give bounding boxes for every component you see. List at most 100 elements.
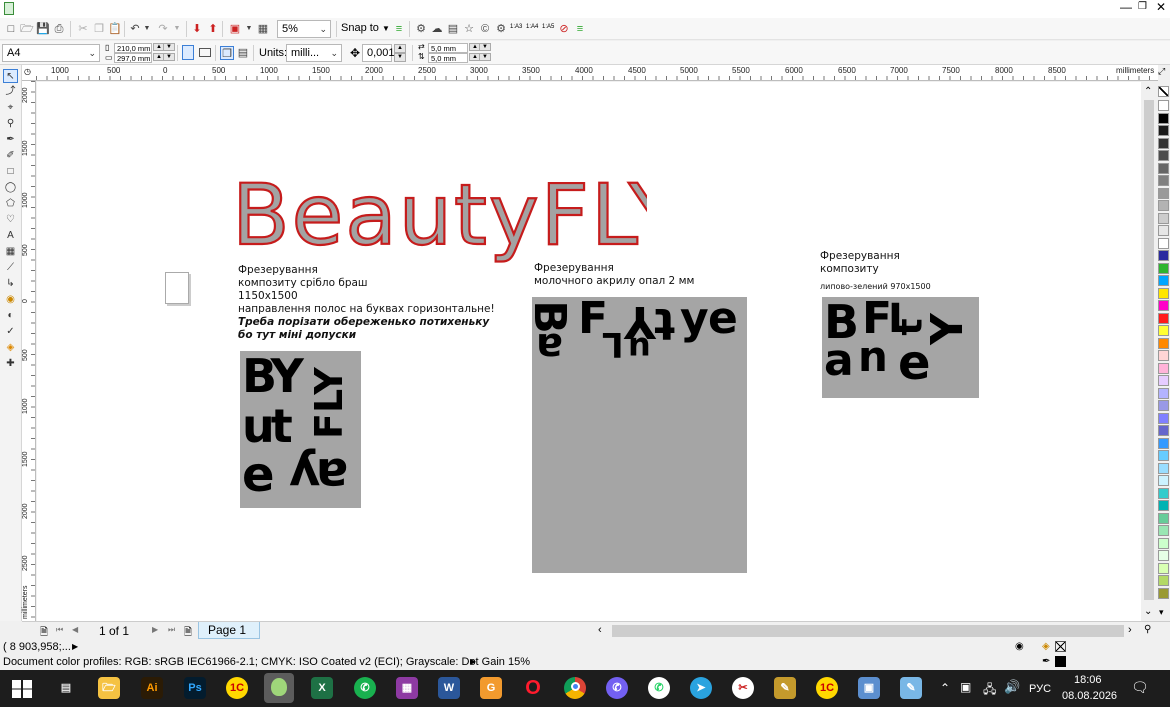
zoom-1-a4-button[interactable]: 1:A4 — [526, 24, 538, 30]
palette-swatch[interactable] — [1158, 162, 1169, 174]
notifications-icon[interactable]: 🗨 — [1131, 679, 1149, 696]
next-page-icon[interactable]: ▶ — [152, 625, 158, 634]
corel-connect-icon[interactable]: ▤ — [446, 22, 460, 36]
zoom-1-a5-button[interactable]: 1:A5 — [542, 24, 554, 30]
tray-chevron-icon[interactable]: ⌃ — [940, 681, 950, 695]
palette-swatch[interactable] — [1158, 512, 1169, 524]
cut-icon[interactable]: ✂ — [76, 22, 90, 36]
minimize-icon[interactable]: — — [1120, 0, 1132, 14]
palette-swatch[interactable] — [1158, 437, 1169, 449]
note-3-subtitle[interactable]: липово-зелений 970х1500 — [820, 281, 931, 293]
basic-shapes-icon[interactable]: ♡ — [3, 213, 18, 227]
vertical-scrollbar[interactable]: ⌃ ⌄ — [1141, 82, 1157, 621]
connector-tool-icon[interactable]: ↳ — [3, 277, 18, 291]
palette-swatch[interactable] — [1158, 150, 1169, 161]
redo-dropdown-icon[interactable]: ▼ — [170, 22, 184, 36]
horizontal-ruler[interactable]: ◷ 1000 500 0 500 1000 1500 2000 2500 300… — [22, 65, 1158, 81]
outline-color-swatch[interactable] — [1055, 656, 1066, 667]
interactive-fill-icon[interactable]: ◈ — [3, 341, 18, 355]
dup-y-spin-down-icon[interactable]: ▼ — [479, 53, 491, 61]
viber-icon[interactable]: ✆ — [606, 677, 628, 699]
no-fill-swatch[interactable] — [1055, 641, 1066, 652]
artwork-panel-3[interactable]: B a u F L Y t e — [822, 297, 979, 398]
zoom-tool-icon[interactable]: ⚲ — [3, 117, 18, 131]
settings-gear-icon[interactable]: ⚙ — [494, 22, 508, 36]
telegram-icon[interactable]: ➤ — [690, 677, 712, 699]
copy-icon[interactable]: ❐ — [92, 22, 106, 36]
illustrator-icon[interactable]: Ai — [141, 677, 163, 699]
1c-icon[interactable]: 1С — [226, 677, 248, 699]
page-tab[interactable]: Page 1 — [198, 622, 260, 639]
palette-swatch[interactable] — [1158, 462, 1169, 474]
photos-app-icon[interactable]: ▣ — [858, 677, 880, 699]
snap-to-button[interactable]: Snap to ▼ — [341, 22, 390, 34]
palette-swatch[interactable] — [1158, 262, 1169, 274]
new-document-icon[interactable]: □ — [4, 22, 18, 36]
palette-swatch[interactable] — [1158, 500, 1169, 511]
palette-swatch[interactable] — [1158, 362, 1169, 374]
note-3-line-2[interactable]: композиту — [820, 263, 879, 275]
artwork-panel-2[interactable]: B a F L Y t u y e — [532, 297, 747, 573]
note-3-line-1[interactable]: Фрезерування — [820, 250, 900, 262]
palette-swatch[interactable] — [1158, 287, 1169, 299]
page-width-input[interactable]: 210,0 mm — [114, 43, 152, 53]
photoshop-icon[interactable]: Ps — [184, 677, 206, 699]
freehand-tool-icon[interactable]: ✒ — [3, 133, 18, 147]
word-icon[interactable]: W — [438, 677, 460, 699]
horizontal-scroll-thumb[interactable] — [612, 625, 1124, 637]
note-1-line-3[interactable]: 1150x1500 — [238, 290, 298, 302]
palette-swatch[interactable] — [1158, 212, 1169, 224]
artistic-media-icon[interactable]: ✐ — [3, 149, 18, 163]
opera-icon[interactable]: O — [522, 677, 544, 699]
ruler-origin-icon[interactable]: ◷ — [24, 67, 31, 76]
page-size-combo[interactable]: A4 ⌄ — [2, 44, 100, 62]
palette-swatch[interactable] — [1158, 112, 1169, 124]
scroll-up-icon[interactable]: ⌃ — [1144, 86, 1152, 97]
crop-tool-icon[interactable]: ⌖ — [3, 101, 18, 115]
note-2-line-2[interactable]: молочного акрилу опал 2 мм — [534, 275, 694, 287]
palette-swatch[interactable] — [1158, 350, 1169, 361]
note-2-line-1[interactable]: Фрезерування — [534, 262, 614, 274]
chrome-icon[interactable] — [564, 677, 586, 699]
note-1-line-6[interactable]: бо тут міні допуски — [238, 329, 356, 341]
palette-swatch[interactable] — [1158, 100, 1169, 111]
previous-page-icon[interactable]: ◀ — [72, 625, 78, 634]
vertical-ruler[interactable]: 2000 1500 1000 500 0 500 1000 1500 2000 … — [22, 81, 36, 621]
palette-swatch[interactable] — [1158, 537, 1169, 549]
save-icon[interactable]: 💾 — [36, 22, 50, 36]
palette-swatch[interactable] — [1158, 250, 1169, 261]
clock-time[interactable]: 18:06 — [1074, 674, 1102, 686]
redo-icon[interactable]: ↷ — [156, 22, 170, 36]
tray-app-icon[interactable]: ▣ — [960, 680, 971, 694]
coreldraw-icon[interactable] — [264, 673, 294, 703]
first-page-icon[interactable]: ⏮ — [56, 625, 63, 635]
welcome-screen-icon[interactable]: ☁ — [430, 22, 444, 36]
paste-icon[interactable]: 📋 — [108, 22, 122, 36]
color-profiles[interactable]: Document color profiles: RGB: sRGB IEC61… — [3, 656, 530, 668]
portrait-icon[interactable] — [182, 45, 194, 60]
notes-app-icon[interactable]: ✎ — [900, 677, 922, 699]
import-icon[interactable]: ⬇ — [190, 22, 204, 36]
paint-app-icon[interactable]: ✎ — [774, 677, 796, 699]
palette-swatch[interactable] — [1158, 375, 1169, 386]
phone-app-icon[interactable]: ✆ — [354, 677, 376, 699]
palette-swatch[interactable] — [1158, 175, 1169, 186]
fill-bucket-icon[interactable]: ◈ — [1042, 641, 1050, 652]
favorite-star-icon[interactable]: ☆ — [462, 22, 476, 36]
zoom-level-combo[interactable]: 5% ⌄ — [277, 20, 331, 38]
palette-swatch[interactable] — [1158, 300, 1169, 311]
profiles-arrow-icon[interactable]: ▶ — [470, 657, 476, 666]
palette-scroll-down-icon[interactable]: ▾ — [1159, 607, 1164, 618]
palette-swatch[interactable] — [1158, 475, 1169, 486]
scroll-right-icon[interactable]: › — [1128, 624, 1132, 636]
full-screen-preview-icon[interactable]: ▦ — [256, 22, 270, 36]
scissors-app-icon[interactable]: ✂ — [732, 677, 754, 699]
volume-icon[interactable]: 🔊 — [1004, 679, 1020, 695]
artwork-panel-1[interactable]: BY FLY ut e ay — [240, 351, 361, 508]
windows-start-icon[interactable] — [12, 680, 32, 698]
palette-swatch[interactable] — [1158, 562, 1169, 574]
palette-swatch[interactable] — [1158, 487, 1169, 499]
whatsapp-icon[interactable]: ✆ — [648, 677, 670, 699]
color-eyedropper-icon[interactable]: ◉ — [1015, 641, 1024, 652]
scroll-thumb[interactable] — [1144, 100, 1154, 600]
